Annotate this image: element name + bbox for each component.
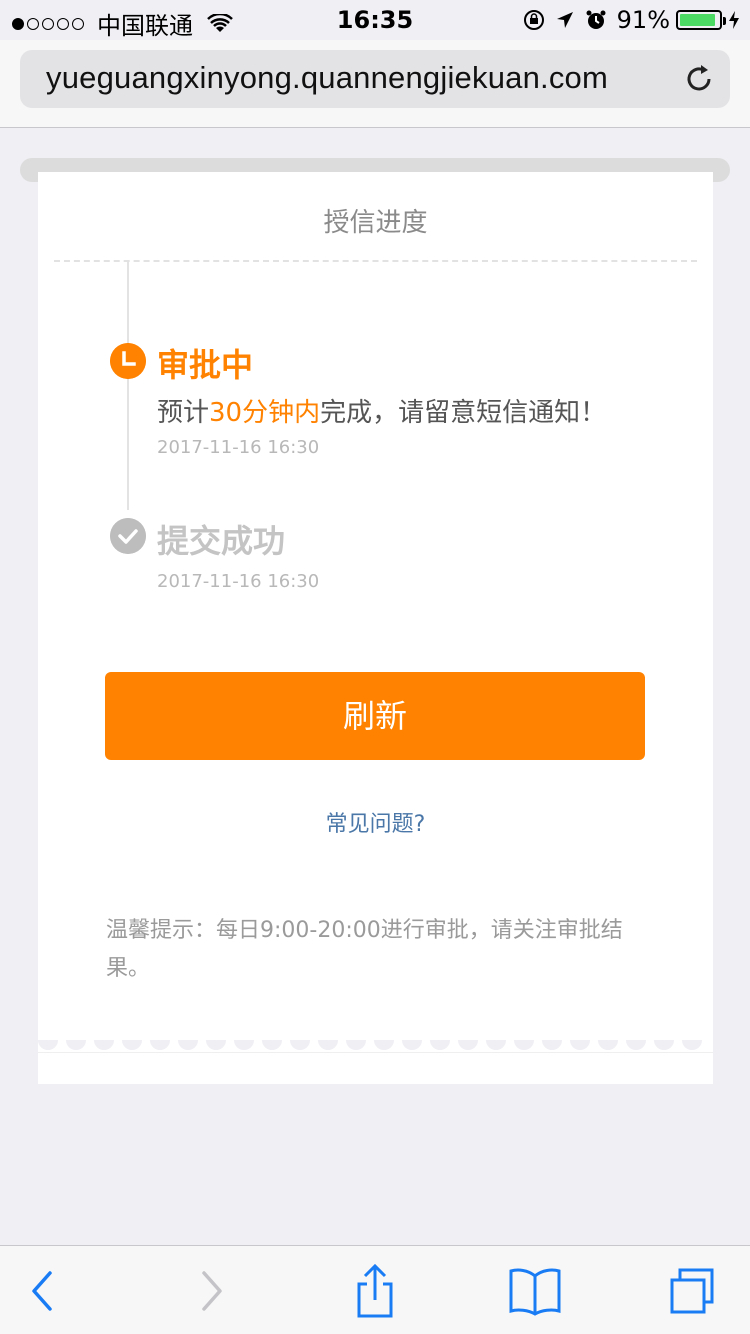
rotation-lock-icon <box>523 10 544 30</box>
divider <box>54 260 697 262</box>
scallop-dot <box>598 1040 618 1050</box>
step-approving-title: 审批中 <box>157 346 254 384</box>
refresh-button[interactable]: 刷新 <box>105 672 645 760</box>
faq-link[interactable]: 常见问题? <box>38 806 713 838</box>
status-bar: 中国联通 16:35 91% <box>0 0 750 40</box>
status-right: 91% <box>523 6 740 34</box>
scallop-dot <box>94 1040 114 1050</box>
url-text[interactable]: yueguangxinyong.quannengjiekuan.com <box>46 60 608 96</box>
step-approving-desc: 预计30分钟内完成，请留意短信通知！ <box>157 392 606 429</box>
scallop-dot <box>66 1040 86 1050</box>
tabs-button[interactable] <box>666 1264 720 1318</box>
share-button[interactable] <box>348 1264 402 1318</box>
location-icon <box>556 12 573 28</box>
scallop-line <box>38 1052 713 1053</box>
scallop-dot <box>514 1040 534 1050</box>
scallop-dot <box>290 1040 310 1050</box>
reload-icon[interactable] <box>682 62 716 96</box>
tabs-icon[interactable] <box>668 1266 718 1316</box>
scallop-dot <box>570 1040 590 1050</box>
check-circle-icon <box>110 518 146 554</box>
scallop-dot <box>318 1040 338 1050</box>
bookmarks-button[interactable] <box>508 1264 562 1318</box>
scallop-dot <box>402 1040 422 1050</box>
scallop-dot <box>626 1040 646 1050</box>
back-icon[interactable] <box>28 1269 58 1313</box>
scallop-dot <box>122 1040 142 1050</box>
scallop-dot <box>234 1040 254 1050</box>
browser-toolbar <box>0 1245 750 1334</box>
step-approving-time: 2017-11-16 16:30 <box>157 437 320 458</box>
browser-chrome: yueguangxinyong.quannengjiekuan.com <box>0 40 750 128</box>
battery-icon <box>676 10 726 30</box>
scallop-dot <box>542 1040 562 1050</box>
scallop-dot <box>206 1040 226 1050</box>
clock-icon <box>110 343 146 379</box>
forward-icon[interactable] <box>196 1269 226 1313</box>
battery-percent: 91% <box>616 6 670 34</box>
step-desc-highlight: 30分钟内 <box>209 398 321 428</box>
alarm-icon <box>586 10 606 29</box>
scallop-dot <box>374 1040 394 1050</box>
page-title: 授信进度 <box>323 208 428 238</box>
step-submitted-title: 提交成功 <box>157 522 286 560</box>
scallop-dot <box>682 1040 702 1050</box>
timeline-line <box>127 262 129 510</box>
scallop-dot <box>346 1040 366 1050</box>
scallop-dot <box>458 1040 478 1050</box>
step-desc-after: 完成，请留意短信通知！ <box>320 398 607 428</box>
scallop-dot <box>150 1040 170 1050</box>
scallop-dot <box>486 1040 506 1050</box>
scallop-dot <box>178 1040 198 1050</box>
forward-button[interactable] <box>184 1264 238 1318</box>
battery-fill <box>680 14 715 26</box>
scallop-dot <box>38 1040 58 1050</box>
share-icon[interactable] <box>353 1264 397 1318</box>
scallop-dot <box>262 1040 282 1050</box>
scallop-dot <box>654 1040 674 1050</box>
step-submitted-time: 2017-11-16 16:30 <box>157 571 320 592</box>
scallop-dot <box>430 1040 450 1050</box>
progress-card: 授信进度 审批中 预计30分钟内完成，请留意短信通知！ 2017-11-16 1… <box>38 172 713 1084</box>
tip-text: 温馨提示：每日9:00-20:00进行审批，请关注审批结果。 <box>106 918 623 981</box>
url-bar[interactable]: yueguangxinyong.quannengjiekuan.com <box>20 50 730 108</box>
back-button[interactable] <box>16 1264 70 1318</box>
step-desc-before: 预计 <box>157 398 210 428</box>
bookmarks-icon[interactable] <box>508 1266 562 1316</box>
charging-icon <box>729 11 739 29</box>
